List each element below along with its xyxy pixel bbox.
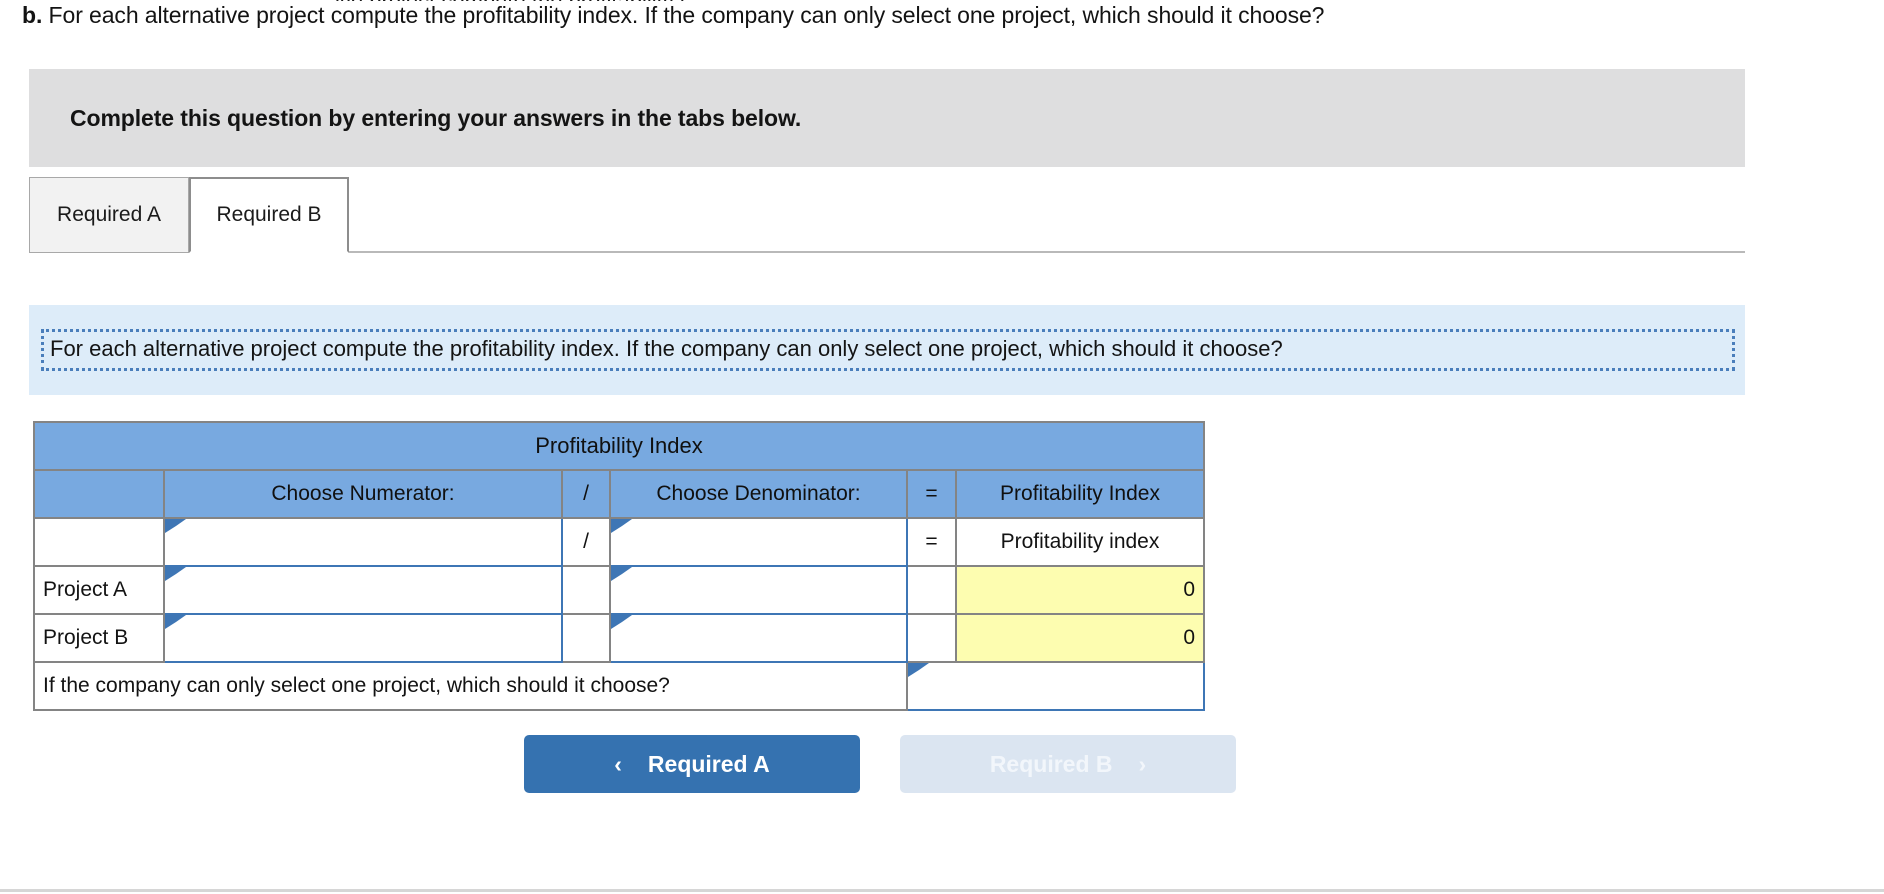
instruction-banner-text: Complete this question by entering your … [70, 104, 802, 131]
denominator-select-project-a[interactable] [609, 565, 908, 615]
column-header-equals: = [906, 469, 957, 519]
equals-project-b [906, 613, 957, 663]
tab-strip: Required A Required B [29, 177, 1745, 253]
table-title-row: Profitability Index [33, 421, 1205, 471]
table-row: Project A 0 [33, 565, 1205, 615]
tab-required-a-label: Required A [57, 203, 161, 226]
numerator-select-project-a[interactable] [163, 565, 563, 615]
equals-formula: = [906, 517, 957, 567]
result-formula: Profitability index [955, 517, 1205, 567]
row-label-project-b: Project B [33, 613, 165, 663]
numerator-select-formula[interactable] [163, 517, 563, 567]
result-project-b: 0 [955, 613, 1205, 663]
table-row: / = Profitability index [33, 517, 1205, 567]
table-title: Profitability Index [33, 421, 1205, 471]
column-header-slash: / [561, 469, 611, 519]
numerator-select-project-b[interactable] [163, 613, 563, 663]
row-label-project-a: Project A [33, 565, 165, 615]
tab-required-a[interactable]: Required A [29, 177, 189, 253]
equals-project-a [906, 565, 957, 615]
table-row: Project B 0 [33, 613, 1205, 663]
denominator-select-project-b[interactable] [609, 613, 908, 663]
question-callout: For each alternative project compute the… [29, 305, 1745, 395]
prev-required-a-button[interactable]: ‹ Required A [524, 735, 860, 793]
chevron-right-icon: › [1138, 750, 1147, 777]
tab-required-b[interactable]: Required B [189, 177, 349, 253]
footer-answer-select[interactable] [906, 661, 1205, 711]
chevron-left-icon: ‹ [614, 750, 622, 777]
column-header-numerator: Choose Numerator: [163, 469, 563, 519]
question-callout-text: For each alternative project compute the… [41, 329, 1735, 371]
table-footer-row: If the company can only select one proje… [33, 661, 1205, 711]
profitability-index-table: Profitability Index Choose Numerator: / … [33, 421, 1205, 711]
row-label-formula [33, 517, 165, 567]
bottom-divider [0, 889, 1884, 892]
slash-project-b [561, 613, 611, 663]
question-marker: b. [22, 2, 43, 28]
question-prompt: b. For each alternative project compute … [22, 2, 1324, 29]
footer-question-text: If the company can only select one proje… [33, 661, 908, 711]
column-header-blank [33, 469, 165, 519]
navigation-bar: ‹ Required A Required B › [524, 735, 1236, 793]
next-required-b-label: Required B [989, 750, 1113, 777]
clipped-top-text: ive project compute the profitability i [335, 0, 685, 1]
slash-formula: / [561, 517, 611, 567]
prev-required-a-label: Required A [647, 750, 770, 777]
question-page: ive project compute the profitability i … [0, 0, 1884, 894]
table-header-row: Choose Numerator: / Choose Denominator: … [33, 469, 1205, 519]
slash-project-a [561, 565, 611, 615]
column-header-denominator: Choose Denominator: [609, 469, 908, 519]
instruction-banner: Complete this question by entering your … [29, 69, 1745, 167]
column-header-result: Profitability Index [955, 469, 1205, 519]
question-prompt-text: For each alternative project compute the… [48, 2, 1325, 28]
denominator-select-formula[interactable] [609, 517, 908, 567]
result-project-a: 0 [955, 565, 1205, 615]
tab-required-b-label: Required B [216, 203, 322, 226]
next-required-b-button[interactable]: Required B › [900, 735, 1236, 793]
